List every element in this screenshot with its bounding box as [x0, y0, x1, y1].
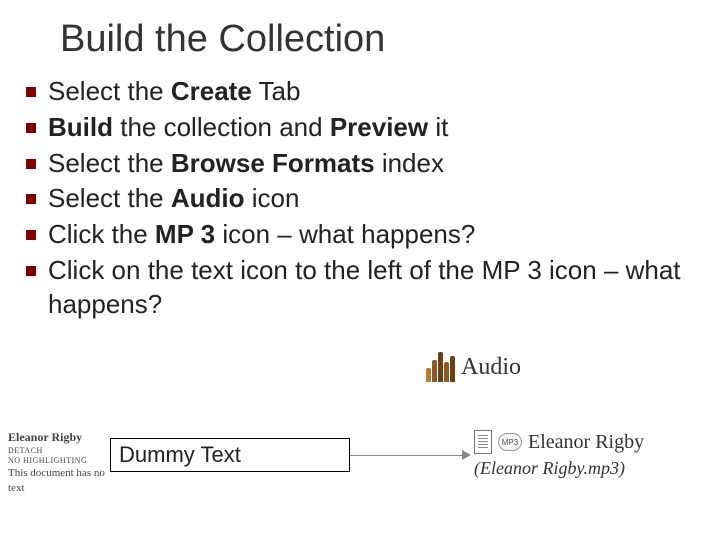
dummy-text-box: Dummy Text [110, 438, 350, 472]
snippet-title: Eleanor Rigby [8, 430, 108, 446]
bullet-text: Select the Audio icon [48, 182, 299, 216]
list-item: Build the collection and Preview it [26, 111, 696, 145]
bullet-text: Click on the text icon to the left of th… [48, 254, 696, 322]
slide-title: Build the Collection [0, 0, 720, 75]
bullet-text: Select the Create Tab [48, 75, 300, 109]
snippet-line: DETACH [8, 446, 108, 456]
bullet-icon [26, 194, 36, 204]
document-preview-snippet: Eleanor Rigby DETACH NO HIGHLIGHTING Thi… [8, 430, 108, 495]
snippet-line: This document has no text [8, 466, 108, 495]
list-item: Click on the text icon to the left of th… [26, 254, 696, 322]
list-item: Select the Browse Formats index [26, 147, 696, 181]
audio-bars-icon [426, 352, 455, 382]
bullet-list: Select the Create Tab Build the collecti… [0, 75, 720, 322]
list-item: Select the Create Tab [26, 75, 696, 109]
bullet-icon [26, 230, 36, 240]
list-item: Select the Audio icon [26, 182, 696, 216]
bullet-text: Click the MP 3 icon – what happens? [48, 218, 475, 252]
bullet-icon [26, 159, 36, 169]
bullet-icon [26, 123, 36, 133]
snippet-line: NO HIGHLIGHTING [8, 456, 108, 466]
bullet-icon [26, 87, 36, 97]
audio-label: Audio [461, 354, 521, 381]
bullet-icon [26, 266, 36, 276]
text-document-icon [474, 430, 492, 454]
bullet-text: Build the collection and Preview it [48, 111, 448, 145]
arrow-line [350, 455, 466, 456]
arrow-head-icon [462, 450, 471, 460]
bullet-text: Select the Browse Formats index [48, 147, 444, 181]
file-name-label: Eleanor Rigby [528, 431, 644, 454]
list-item: Click the MP 3 icon – what happens? [26, 218, 696, 252]
file-entry: MP3 Eleanor Rigby (Eleanor Rigby.mp3) [474, 430, 644, 479]
audio-indicator: Audio [426, 352, 521, 382]
mp3-icon: MP3 [498, 433, 522, 451]
file-subtitle: (Eleanor Rigby.mp3) [474, 458, 644, 479]
